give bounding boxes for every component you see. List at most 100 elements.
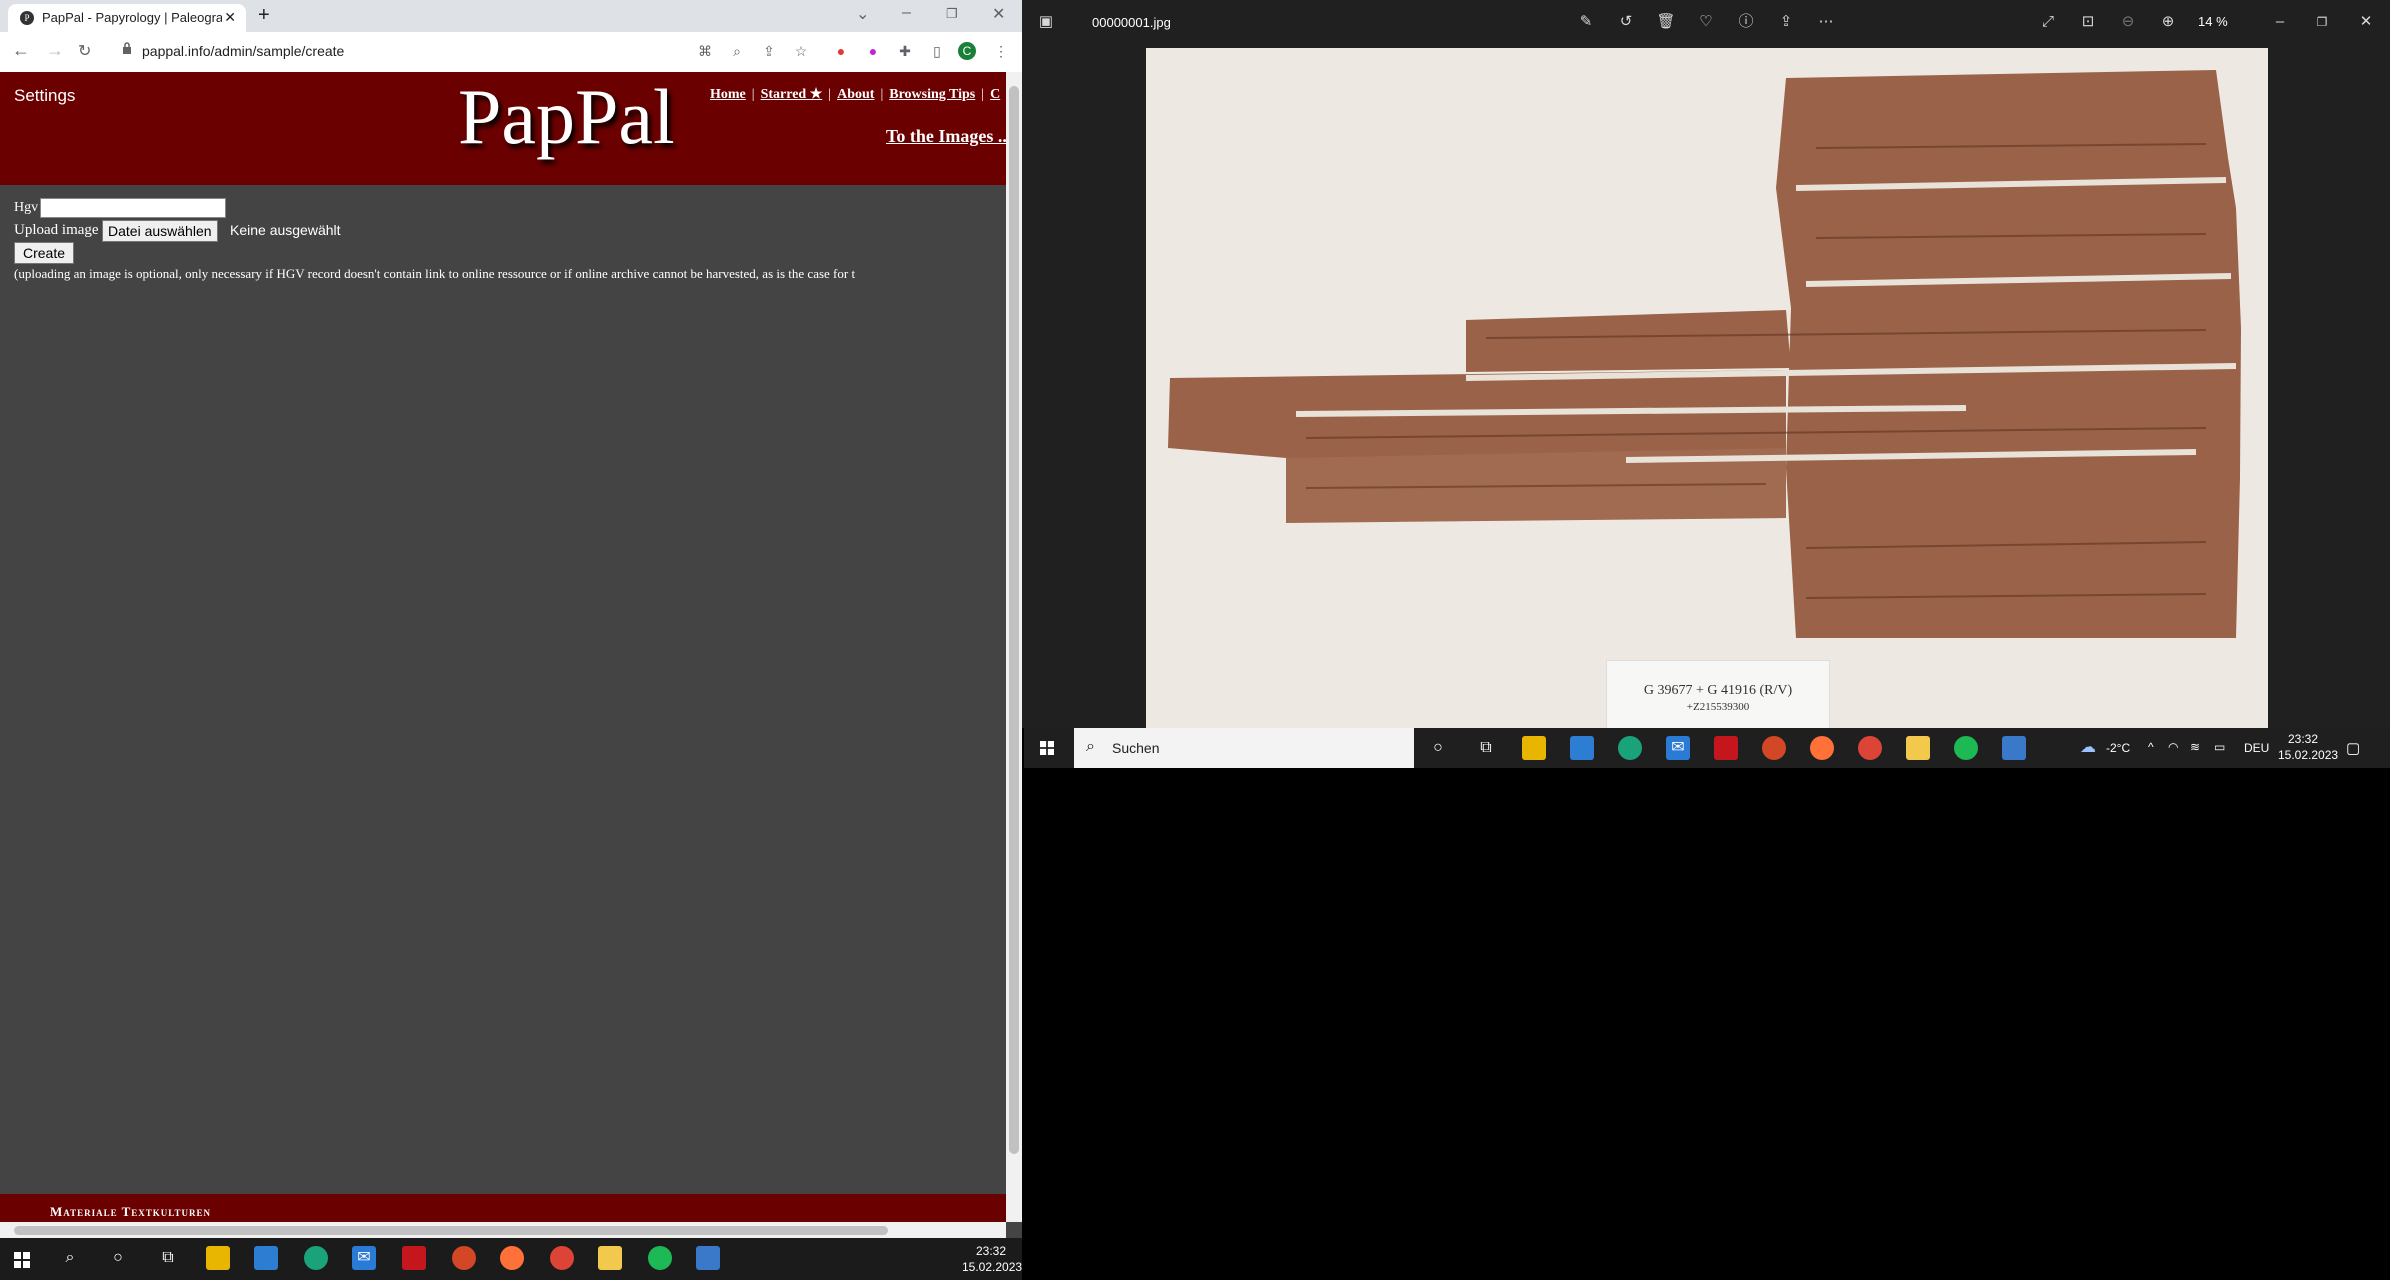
powerpoint-icon[interactable]: [452, 1246, 476, 1270]
notepad-icon[interactable]: [1906, 736, 1930, 760]
notifications-icon[interactable]: ▢: [2346, 739, 2360, 757]
fullscreen-icon[interactable]: ⤢: [2038, 12, 2058, 32]
choose-file-button[interactable]: Datei auswählen: [102, 220, 218, 242]
edit-image-icon[interactable]: ✎: [1576, 12, 1596, 32]
upload-note: (uploading an image is optional, only ne…: [14, 266, 856, 281]
browser-window: P PapPal - Papyrology | Paleograph ✕ + ⌄…: [0, 0, 1022, 1238]
back-icon[interactable]: ←: [12, 40, 30, 61]
network-icon[interactable]: ◠: [2168, 740, 2178, 754]
store-icon[interactable]: [1570, 736, 1594, 760]
chrome-icon[interactable]: [550, 1246, 574, 1270]
top-nav: Home | Starred ★ | About | Browsing Tips | C: [710, 87, 1001, 102]
notepad-icon[interactable]: [598, 1246, 622, 1270]
forward-icon[interactable]: →: [46, 40, 64, 61]
photos-icon[interactable]: [696, 1246, 720, 1270]
firefox-icon[interactable]: [1810, 736, 1834, 760]
delete-icon[interactable]: 🗑: [1656, 12, 1676, 32]
papyrus-photo[interactable]: [1146, 48, 2268, 728]
language-indicator[interactable]: DEU: [2244, 741, 2269, 755]
battery-icon[interactable]: ▭: [2214, 740, 2225, 754]
nav-truncated[interactable]: C: [990, 87, 1000, 102]
search-placeholder: Suchen: [1112, 740, 1160, 756]
translate-icon[interactable]: ⌘: [696, 42, 714, 60]
mail-icon[interactable]: ✉: [1666, 736, 1690, 760]
side-panel-icon[interactable]: ▯: [928, 42, 946, 60]
windows-start-icon[interactable]: [1040, 741, 1054, 755]
vertical-scroll-thumb[interactable]: [1009, 86, 1019, 1154]
firefox-icon[interactable]: [500, 1246, 524, 1270]
nav-starred[interactable]: Starred ★: [761, 87, 823, 102]
spotify-icon[interactable]: [1954, 736, 1978, 760]
share-icon[interactable]: ⇪: [1776, 12, 1796, 32]
acrobat-icon[interactable]: [402, 1246, 426, 1270]
photo-filename: 00000001.jpg: [1092, 15, 1171, 30]
taskbar-search-box[interactable]: ⌕ Suchen: [1074, 728, 1414, 768]
file-explorer-icon[interactable]: [206, 1246, 230, 1270]
settings-link[interactable]: Settings: [14, 86, 75, 106]
cortana-icon[interactable]: ○: [1426, 736, 1450, 760]
weather-icon[interactable]: ☁: [2076, 736, 2100, 760]
zoom-out-icon[interactable]: ⊖: [2118, 12, 2138, 32]
reload-icon[interactable]: ↻: [78, 41, 91, 61]
minimize-button[interactable]: –: [2270, 12, 2290, 32]
extensions-puzzle-icon[interactable]: ✚: [896, 42, 914, 60]
upload-image-label: Upload image: [14, 222, 99, 238]
more-options-icon[interactable]: ⋯: [1816, 12, 1836, 32]
restore-button[interactable]: ❐: [946, 6, 958, 22]
bookmark-star-icon[interactable]: ☆: [792, 42, 810, 60]
tab-title: PapPal - Papyrology | Paleograph: [42, 10, 222, 25]
site-logo[interactable]: PapPal: [458, 72, 675, 162]
tab-search-icon[interactable]: ⌄: [856, 4, 869, 24]
task-view-icon[interactable]: ⧉: [156, 1246, 180, 1270]
wifi-icon[interactable]: ≋: [2190, 740, 2200, 754]
close-window-button[interactable]: ✕: [2356, 12, 2376, 32]
powerpoint-icon[interactable]: [1762, 736, 1786, 760]
show-hidden-icons-icon[interactable]: ^: [2148, 740, 2154, 754]
address-bar[interactable]: pappal.info/admin/sample/create: [108, 38, 728, 66]
extension-2-icon[interactable]: ●: [864, 42, 882, 60]
extension-1-icon[interactable]: ●: [832, 42, 850, 60]
edge-icon[interactable]: [1618, 736, 1642, 760]
task-view-icon[interactable]: ⧉: [1474, 736, 1498, 760]
close-window-button[interactable]: ✕: [992, 4, 1005, 24]
browser-tab[interactable]: P PapPal - Papyrology | Paleograph ✕: [8, 4, 246, 32]
file-explorer-icon[interactable]: [1522, 736, 1546, 760]
zoom-icon[interactable]: ⌕: [728, 42, 746, 60]
nav-browsing-tips[interactable]: Browsing Tips: [889, 87, 975, 102]
share-icon[interactable]: ⇪: [760, 42, 778, 60]
rotate-icon[interactable]: ↺: [1616, 12, 1636, 32]
mail-icon[interactable]: ✉: [352, 1246, 376, 1270]
photos-icon[interactable]: [2002, 736, 2026, 760]
tab-strip: P PapPal - Papyrology | Paleograph ✕ + ⌄…: [0, 0, 1022, 32]
acrobat-icon[interactable]: [1714, 736, 1738, 760]
to-images-link[interactable]: To the Images ...: [886, 126, 1006, 147]
horizontal-scroll-thumb[interactable]: [14, 1226, 888, 1235]
search-icon[interactable]: ⌕: [58, 1246, 82, 1270]
nav-about[interactable]: About: [837, 87, 874, 102]
create-button[interactable]: Create: [14, 242, 75, 264]
restore-button[interactable]: ❐: [2312, 12, 2332, 32]
clock-date: 15.02.2023: [2278, 748, 2339, 762]
taskbar-time: 23:32: [976, 1244, 1007, 1258]
zoom-in-icon[interactable]: ⊕: [2158, 12, 2178, 32]
hgv-input[interactable]: [40, 198, 226, 218]
chrome-icon[interactable]: [1858, 736, 1882, 760]
store-icon[interactable]: [254, 1246, 278, 1270]
menu-icon[interactable]: ⋮: [992, 42, 1010, 60]
minimize-button[interactable]: –: [902, 4, 911, 22]
windows-start-icon[interactable]: [14, 1252, 30, 1268]
fit-to-window-icon[interactable]: ⊡: [2078, 12, 2098, 32]
spotify-icon[interactable]: [648, 1246, 672, 1270]
new-tab-button[interactable]: +: [258, 4, 270, 27]
hgv-label: Hgv: [14, 200, 39, 215]
nav-home[interactable]: Home: [710, 87, 746, 102]
info-icon[interactable]: ⓘ: [1736, 12, 1756, 32]
papyrus-inventory-label: G 39677 + G 41916 (R/V) +Z215539300: [1606, 660, 1830, 730]
favorite-heart-icon[interactable]: ♡: [1696, 12, 1716, 32]
edge-icon[interactable]: [304, 1246, 328, 1270]
taskbar: ⌕ ○ ⧉ ✉ 23:32 15.02.2023: [0, 1238, 1022, 1280]
photos-app-icon: ▣: [1038, 13, 1054, 30]
profile-avatar[interactable]: C: [958, 42, 976, 60]
close-tab-icon[interactable]: ✕: [224, 9, 236, 26]
cortana-icon[interactable]: ○: [106, 1246, 130, 1270]
